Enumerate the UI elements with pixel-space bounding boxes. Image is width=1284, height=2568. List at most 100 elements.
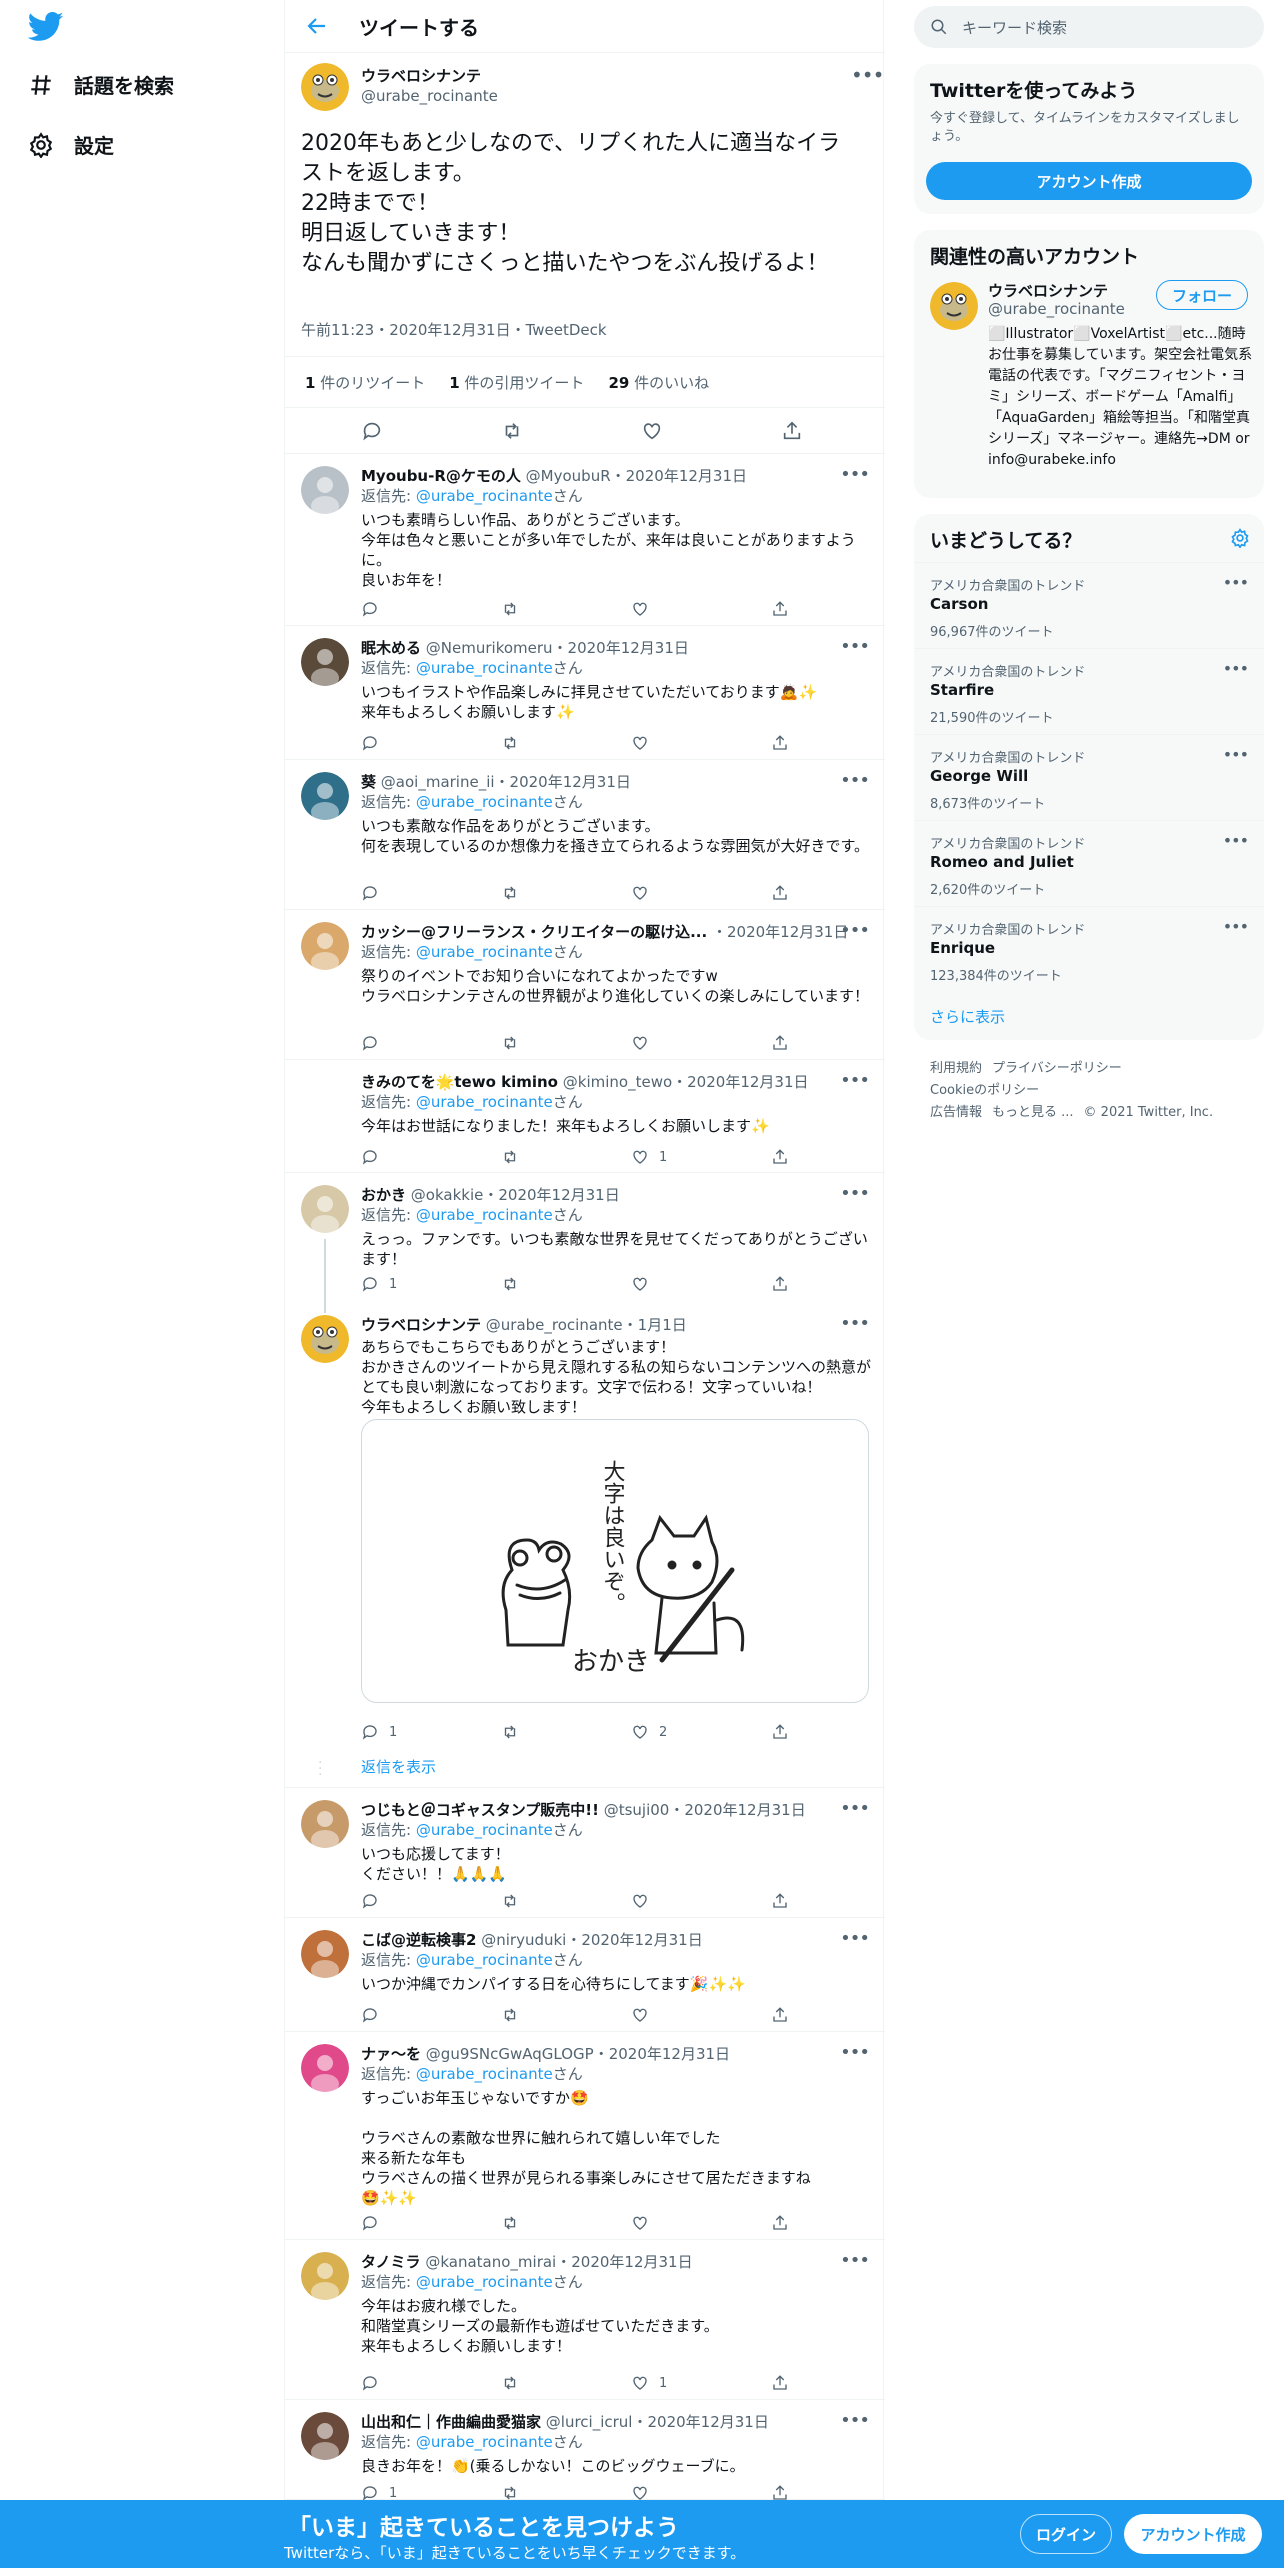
reply-author-handle[interactable]: @tsuji00 [604, 1801, 670, 1819]
reply-author-handle[interactable]: @niryuduki [481, 1931, 566, 1949]
avatar[interactable] [301, 1930, 349, 1978]
reply-to-link[interactable]: @urabe_rocinante [416, 2273, 553, 2291]
relevant-handle[interactable]: @urabe_rocinante [988, 300, 1125, 318]
reply-date[interactable]: ・2020年12月31日 [632, 2413, 768, 2431]
relevant-name[interactable]: ウラベロシナンテ [988, 280, 1108, 301]
reply-to-link[interactable]: @urabe_rocinante [416, 943, 553, 961]
reply-author-name[interactable]: 眠木める [361, 639, 421, 657]
search-input[interactable]: キーワード検索 [914, 6, 1264, 48]
retweet-action[interactable] [501, 1723, 529, 1741]
more-options-icon[interactable]: ••• [840, 920, 870, 941]
avatar[interactable] [301, 2252, 349, 2300]
like-action[interactable] [631, 2214, 659, 2232]
reply-author-name[interactable]: Myoubu-R@ケモの人 [361, 467, 521, 485]
reply-tweet[interactable]: タノミラ @kanatano_mirai・2020年12月31日 ••• 返信先: … [285, 2240, 885, 2400]
quote-stat[interactable]: 1 件の引用ツイート [449, 372, 584, 393]
share-action[interactable] [771, 1892, 799, 1910]
reply-tweet[interactable]: ウラベロシナンテ @urabe_rocinante・1月1日 ••• あちらでもこち… [285, 1303, 885, 1788]
attached-image[interactable]: 大字は良いぞ。 おかき [361, 1419, 869, 1703]
reply-date[interactable]: ・2020年12月31日 [672, 1073, 808, 1091]
reply-action[interactable] [361, 1034, 389, 1052]
reply-date[interactable]: ・2020年12月31日 [556, 2253, 692, 2271]
avatar[interactable] [301, 2412, 349, 2460]
reply-to-link[interactable]: @urabe_rocinante [416, 1093, 553, 1111]
login-button[interactable]: ログイン [1020, 2514, 1112, 2554]
reply-to-link[interactable]: @urabe_rocinante [416, 487, 553, 505]
reply-action[interactable]: 1 [361, 1723, 397, 1741]
reply-date[interactable]: ・2020年12月31日 [495, 773, 631, 791]
reply-date[interactable]: ・2020年12月31日 [553, 639, 689, 657]
reply-date[interactable]: ・2020年12月31日 [566, 1931, 702, 1949]
more-options-icon[interactable]: ••• [840, 1798, 870, 1819]
reply-to-link[interactable]: @urabe_rocinante [416, 2433, 553, 2451]
avatar[interactable] [301, 1185, 349, 1233]
avatar[interactable] [301, 922, 349, 970]
like-action[interactable] [631, 734, 659, 752]
like-action[interactable]: 1 [631, 1148, 667, 1166]
signup-button[interactable]: アカウント作成 [1124, 2514, 1262, 2554]
reply-author-name[interactable]: 葵 [361, 773, 376, 791]
more-options-icon[interactable]: ••• [840, 2250, 870, 2271]
reply-author-handle[interactable]: @urabe_rocinante [486, 1316, 623, 1334]
footer-privacy[interactable]: プライバシーポリシー [992, 1061, 1122, 1076]
reply-to-link[interactable]: @urabe_rocinante [416, 1206, 553, 1224]
reply-author-name[interactable]: ウラベロシナンテ [361, 1316, 481, 1334]
back-arrow-icon[interactable] [305, 14, 329, 38]
footer-ads[interactable]: 広告情報 [930, 1105, 982, 1120]
author-name[interactable]: ウラベロシナンテ [361, 65, 481, 86]
share-action[interactable] [771, 884, 799, 902]
trend-item[interactable]: アメリカ合衆国のトレンド George Will 8,673件のツイート ••• [914, 734, 1264, 820]
more-options-icon[interactable]: ••• [840, 636, 870, 657]
avatar[interactable] [301, 1800, 349, 1848]
reply-tweet[interactable]: ナァ〜を @gu9SNcGwAqGLOGP・2020年12月31日 ••• 返信先:… [285, 2032, 885, 2240]
show-replies-link[interactable]: 返信を表示 [361, 1756, 436, 1777]
more-options-icon[interactable]: ••• [840, 1070, 870, 1091]
nav-settings[interactable]: 設定 [28, 130, 114, 159]
more-options-icon[interactable]: ••• [840, 770, 870, 791]
reply-author-handle[interactable]: @aoi_marine_ii [381, 773, 495, 791]
reply-author-name[interactable]: カッシー@フリーランス・クリエイターの駆け込... [361, 923, 707, 941]
reply-tweet[interactable]: 眠木める @Nemurikomeru・2020年12月31日 ••• 返信先: @u… [285, 626, 885, 760]
gear-icon[interactable] [1230, 528, 1250, 548]
reply-date[interactable]: ・2020年12月31日 [712, 923, 848, 941]
share-icon[interactable] [781, 420, 803, 442]
more-options-icon[interactable]: ••• [1223, 745, 1249, 764]
trend-item[interactable]: アメリカ合衆国のトレンド Romeo and Juliet 2,620件のツイート •… [914, 820, 1264, 906]
reply-author-name[interactable]: タノミラ [361, 2253, 421, 2271]
share-action[interactable] [771, 2006, 799, 2024]
more-options-icon[interactable]: ••• [840, 2042, 870, 2063]
more-options-icon[interactable]: ••• [1223, 659, 1249, 678]
reply-tweet[interactable]: きみのてを🌟tewo kimino @kimino_tewo・2020年12月3… [285, 1060, 885, 1173]
share-action[interactable] [771, 2374, 799, 2392]
reply-action[interactable] [361, 884, 389, 902]
avatar[interactable] [301, 638, 349, 686]
reply-action[interactable] [361, 734, 389, 752]
reply-to-link[interactable]: @urabe_rocinante [416, 659, 553, 677]
reply-to-link[interactable]: @urabe_rocinante [416, 2065, 553, 2083]
reply-author-name[interactable]: おかき [361, 1186, 406, 1204]
retweet-action[interactable] [501, 1034, 529, 1052]
footer-terms[interactable]: 利用規約 [930, 1061, 982, 1076]
share-action[interactable] [771, 1275, 799, 1293]
tweet-meta[interactable]: 午前11:23・2020年12月31日・TweetDeck [301, 319, 607, 340]
follow-button[interactable]: フォロー [1156, 280, 1248, 310]
share-action[interactable] [771, 2214, 799, 2232]
retweet-action[interactable] [501, 1892, 529, 1910]
more-options-icon[interactable]: ••• [851, 65, 884, 85]
nav-explore[interactable]: 話題を検索 [28, 70, 174, 99]
reply-author-name[interactable]: 山出和仁｜作曲編曲愛猫家 [361, 2413, 541, 2431]
share-action[interactable] [771, 600, 799, 618]
reply-date[interactable]: ・1月1日 [623, 1316, 687, 1334]
more-options-icon[interactable]: ••• [1223, 573, 1249, 592]
reply-author-name[interactable]: ナァ〜を [361, 2045, 421, 2063]
avatar[interactable] [301, 1072, 349, 1120]
retweet-action[interactable] [501, 884, 529, 902]
retweet-action[interactable] [501, 1148, 529, 1166]
more-options-icon[interactable]: ••• [1223, 917, 1249, 936]
reply-author-handle[interactable]: @gu9SNcGwAqGLOGP [426, 2045, 594, 2063]
reply-author-handle[interactable]: @kanatano_mirai [425, 2253, 556, 2271]
like-icon[interactable] [641, 420, 663, 442]
reply-author-name[interactable]: こば@逆転検事2 [361, 1931, 476, 1949]
reply-action[interactable] [361, 2214, 389, 2232]
reply-action[interactable] [361, 1892, 389, 1910]
